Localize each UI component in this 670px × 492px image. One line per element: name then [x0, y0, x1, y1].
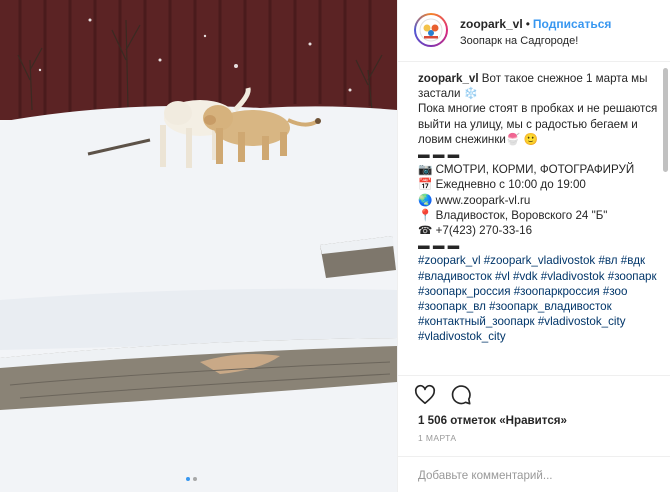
header-user-line: zoopark_vl • Подписаться [460, 17, 611, 31]
likes-count[interactable]: 1 506 отметок «Нравится» [418, 414, 567, 427]
header-username[interactable]: zoopark_vl [460, 17, 523, 31]
caption-info-3: 🌏 www.zoopark-vl.ru [418, 193, 531, 207]
post-actions: 1 506 отметок «Нравится» 1 МАРТА [398, 375, 670, 492]
avatar[interactable] [414, 13, 448, 47]
heart-icon[interactable] [414, 384, 436, 406]
post-photo [0, 0, 397, 492]
post-header: zoopark_vl • Подписаться Зоопарк на Садгор… [398, 0, 670, 62]
caption-info-5: ☎ +7(423) 270-33-16 [418, 224, 533, 238]
comment-row [398, 456, 670, 492]
caption-info-4: 📍 Владивосток, Воровского 24 "Б" [418, 208, 608, 222]
post-sidebar: zoopark_vl • Подписаться Зоопарк на Садгор… [397, 0, 670, 492]
comment-input[interactable] [418, 465, 658, 485]
avatar-image [416, 15, 446, 45]
caption-scrollbar[interactable] [663, 68, 668, 172]
caption-info-1: 📷 СМОТРИ, КОРМИ, ФОТОГРАФИРУЙ [418, 163, 635, 177]
caption-info-2: 📅 Ежедневно с 10:00 до 19:00 [418, 178, 586, 192]
comment-icon[interactable] [450, 384, 472, 406]
header-separator: • [525, 17, 530, 31]
caption-hashtags[interactable]: #zoopark_vl #zoopark_vladivostok #вл #вд… [418, 253, 660, 344]
location-link[interactable]: Зоопарк на Садгороде! [460, 35, 578, 47]
caption-intro: zoopark_vl Вот такое снежное 1 марта мы … [418, 71, 660, 101]
caption-line-2: Пока многие стоят в пробках и не решаютс… [418, 102, 658, 146]
post-caption: zoopark_vl Вот такое снежное 1 марта мы … [398, 62, 660, 375]
follow-button[interactable]: Подписаться [533, 17, 611, 31]
action-icon-row [414, 384, 472, 406]
post-date: 1 МАРТА [418, 433, 457, 443]
zoo-logo-icon [419, 18, 443, 42]
caption-separator-2: ▬ ▬ ▬ [418, 239, 460, 253]
carousel-dot [193, 477, 197, 481]
caption-separator-1: ▬ ▬ ▬ [418, 148, 460, 162]
caption-username[interactable]: zoopark_vl [418, 72, 479, 85]
carousel-dots [186, 477, 197, 481]
post-media[interactable] [0, 0, 397, 492]
carousel-dot-active [186, 477, 190, 481]
